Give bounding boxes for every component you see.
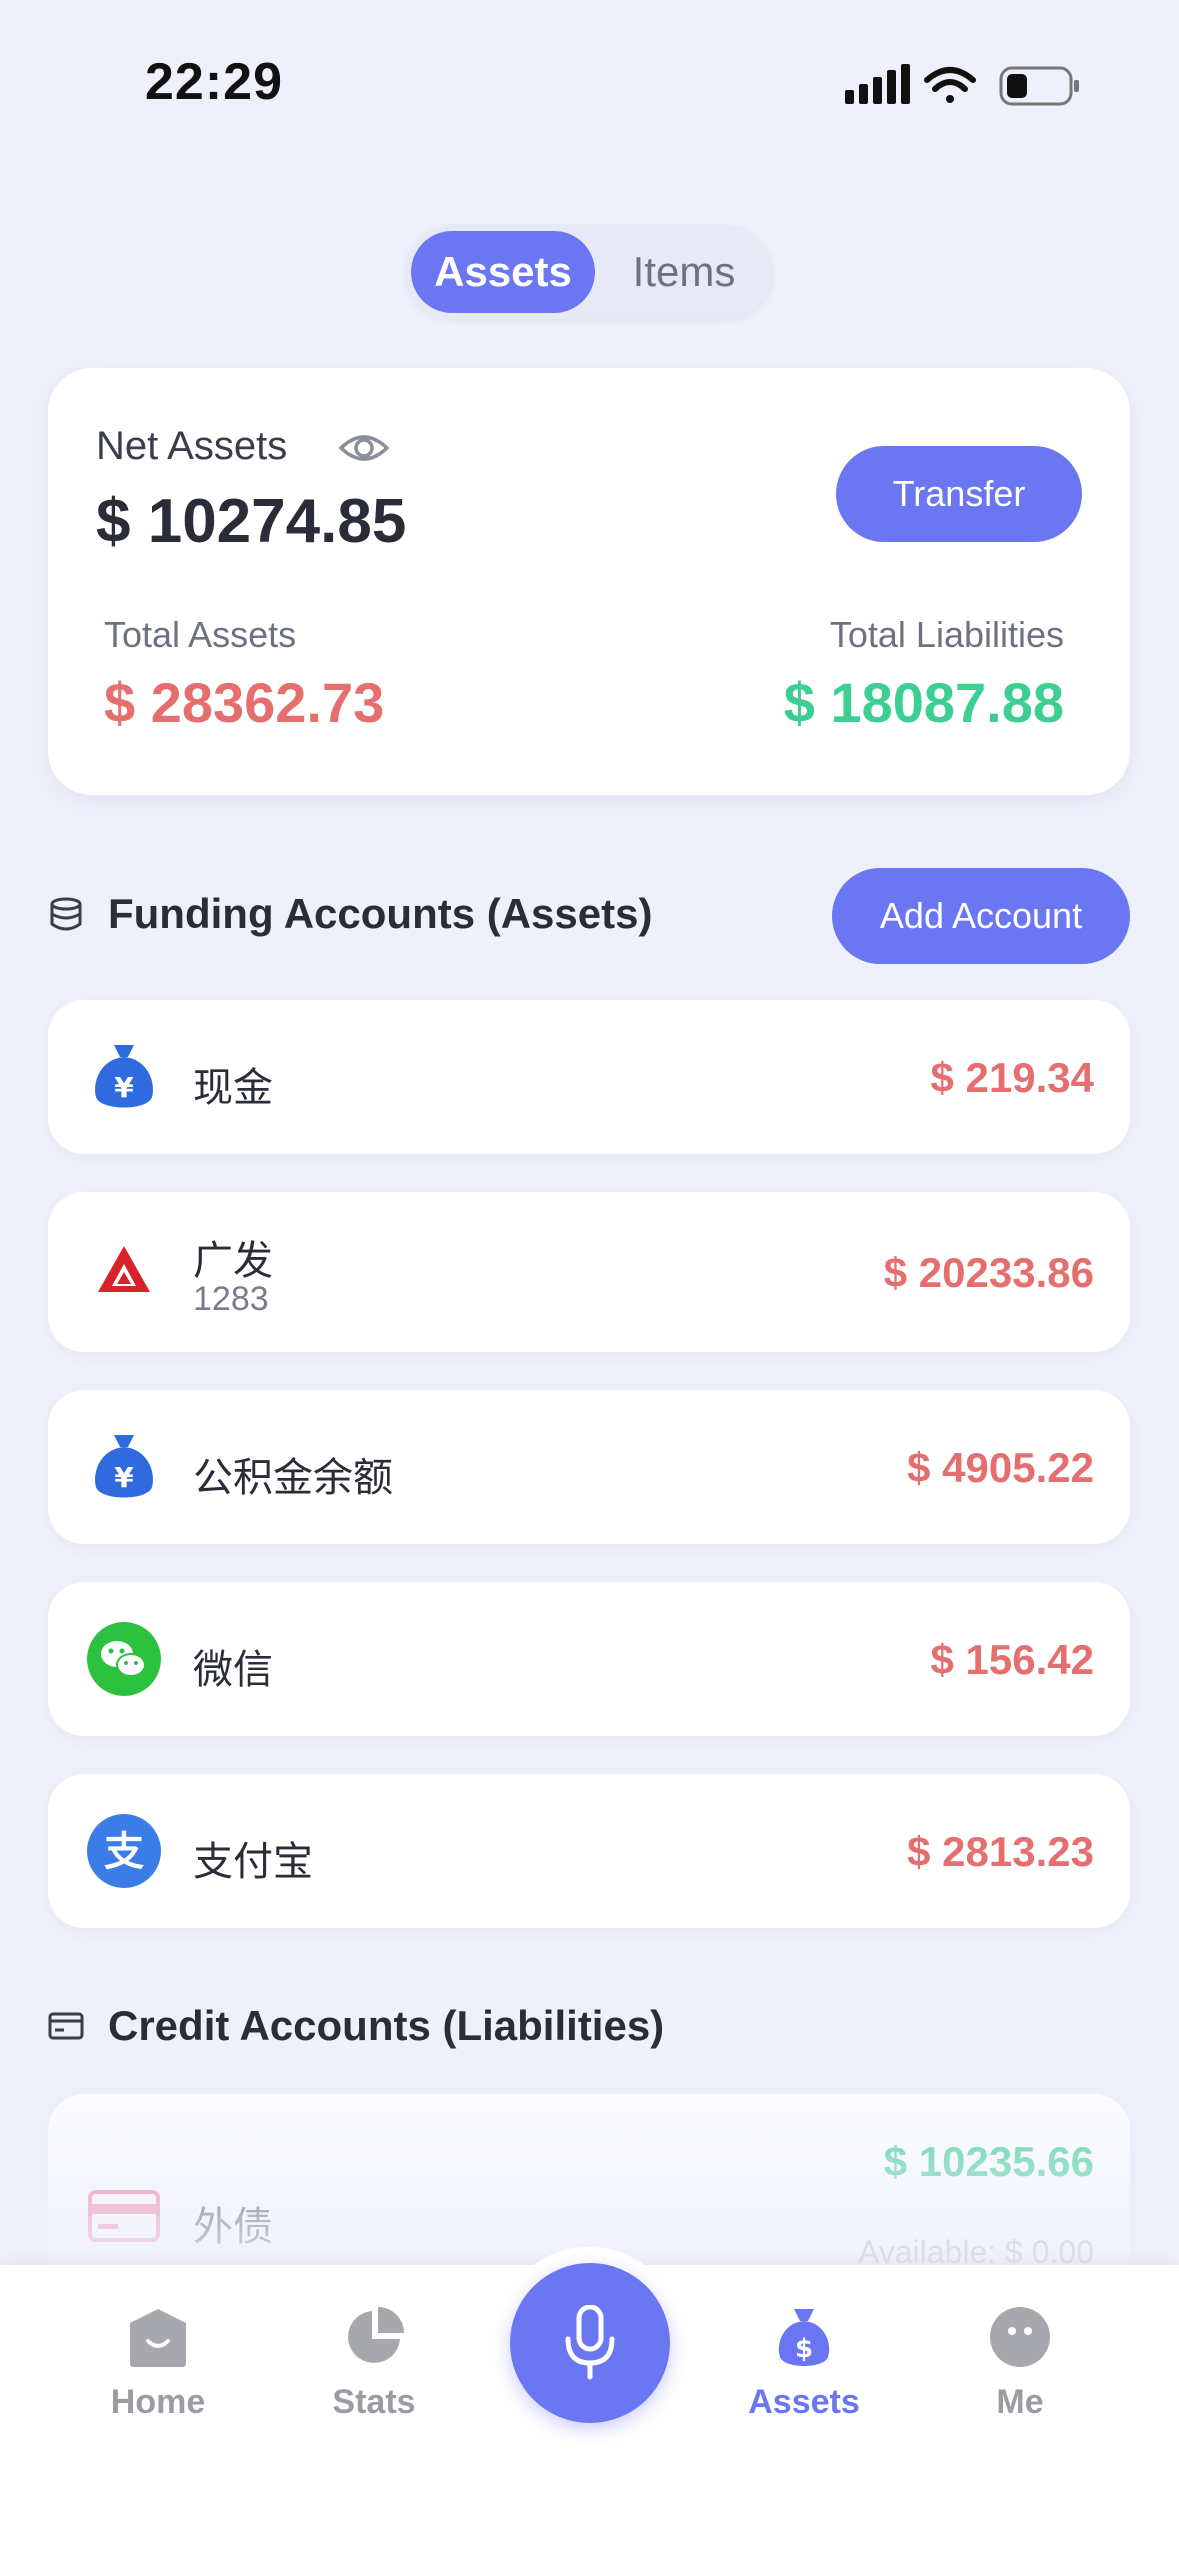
- account-row-wechat[interactable]: 微信 $ 156.42: [48, 1582, 1130, 1736]
- tab-label: Assets: [748, 2383, 860, 2421]
- add-account-button[interactable]: Add Account: [832, 868, 1130, 964]
- credit-accounts-title: Credit Accounts (Liabilities): [108, 2002, 665, 2049]
- microphone-icon: [565, 2305, 615, 2380]
- segment-items[interactable]: Items: [601, 231, 767, 313]
- assets-items-segment: Assets Items: [405, 225, 773, 319]
- svg-text:$: $: [795, 2334, 813, 2364]
- credit-card-icon: [88, 2190, 160, 2242]
- tab-me[interactable]: Me: [940, 2305, 1100, 2455]
- tab-home[interactable]: Home: [78, 2305, 238, 2455]
- net-assets-label: Net Assets: [96, 424, 288, 468]
- money-bag-icon: ¥: [95, 1435, 153, 1498]
- alipay-icon: 支: [87, 1814, 161, 1888]
- voice-input-button[interactable]: [510, 2263, 670, 2423]
- database-icon: [50, 897, 82, 931]
- credit-accounts-header: Credit Accounts (Liabilities): [48, 1996, 808, 2056]
- tab-assets[interactable]: $ Assets: [724, 2305, 884, 2455]
- account-amount: $ 2813.23: [907, 1828, 1094, 1875]
- total-liabilities-value: $ 18087.88: [783, 671, 1064, 734]
- svg-text:¥: ¥: [114, 1071, 134, 1104]
- account-row-cgb[interactable]: 广发 1283 $ 20233.86: [48, 1192, 1130, 1352]
- svg-text:¥: ¥: [114, 1461, 134, 1494]
- account-amount: $ 219.34: [930, 1054, 1095, 1101]
- money-bag-icon: $: [778, 2309, 830, 2366]
- tab-label: Stats: [332, 2383, 416, 2421]
- home-icon: [130, 2309, 186, 2367]
- wifi-icon: [924, 67, 976, 103]
- account-amount: $ 4905.22: [907, 1444, 1094, 1491]
- account-amount: $ 156.42: [930, 1636, 1095, 1683]
- battery-icon: [999, 66, 1079, 106]
- credit-card-outline-icon: [48, 2012, 84, 2040]
- account-row-alipay[interactable]: 支 支付宝 $ 2813.23: [48, 1774, 1130, 1928]
- account-row-housing-fund[interactable]: ¥ 公积金余额 $ 4905.22: [48, 1390, 1130, 1544]
- status-bar: 22:29: [0, 0, 1179, 150]
- account-name: 支付宝: [193, 1840, 313, 1884]
- total-liabilities-label: Total Liabilities: [829, 614, 1064, 655]
- account-amount: $ 20233.86: [883, 1249, 1094, 1296]
- wechat-icon: [87, 1622, 161, 1696]
- eye-icon[interactable]: [338, 424, 390, 472]
- tab-label: Home: [110, 2383, 206, 2421]
- net-assets-value: $ 10274.85: [96, 487, 407, 556]
- svg-text:支: 支: [104, 1829, 144, 1875]
- status-icons: [845, 64, 1079, 106]
- segment-assets[interactable]: Assets: [411, 231, 595, 313]
- money-bag-icon: ¥: [95, 1045, 153, 1108]
- account-number: 1283: [193, 1280, 269, 1318]
- total-assets-label: Total Assets: [104, 614, 297, 655]
- pie-chart-icon: [348, 2307, 404, 2363]
- total-assets-value: $ 28362.73: [104, 671, 385, 734]
- account-name: 公积金余额: [193, 1456, 393, 1500]
- account-row-cash[interactable]: ¥ 现金 $ 219.34: [48, 1000, 1130, 1154]
- tab-label: Me: [996, 2383, 1044, 2421]
- bottom-tab-bar: Home Stats $ Assets Me: [0, 2247, 1179, 2556]
- funding-accounts-title: Funding Accounts (Assets): [108, 890, 653, 937]
- account-name: 现金: [193, 1066, 273, 1110]
- account-name: 外债: [193, 2205, 273, 2249]
- funding-accounts-header: Funding Accounts (Assets): [48, 884, 808, 944]
- tab-stats[interactable]: Stats: [294, 2305, 454, 2455]
- net-assets-card: Net Assets $ 10274.85 Transfer Total Ass…: [48, 368, 1130, 795]
- profile-face-icon: [990, 2307, 1050, 2367]
- account-name: 微信: [193, 1648, 273, 1692]
- cellular-signal-icon: [845, 64, 910, 104]
- transfer-button[interactable]: Transfer: [836, 446, 1082, 542]
- status-time: 22:29: [145, 53, 283, 111]
- account-amount: $ 10235.66: [883, 2138, 1094, 2185]
- cgb-bank-icon: [86, 1234, 162, 1310]
- account-name: 广发: [193, 1239, 273, 1283]
